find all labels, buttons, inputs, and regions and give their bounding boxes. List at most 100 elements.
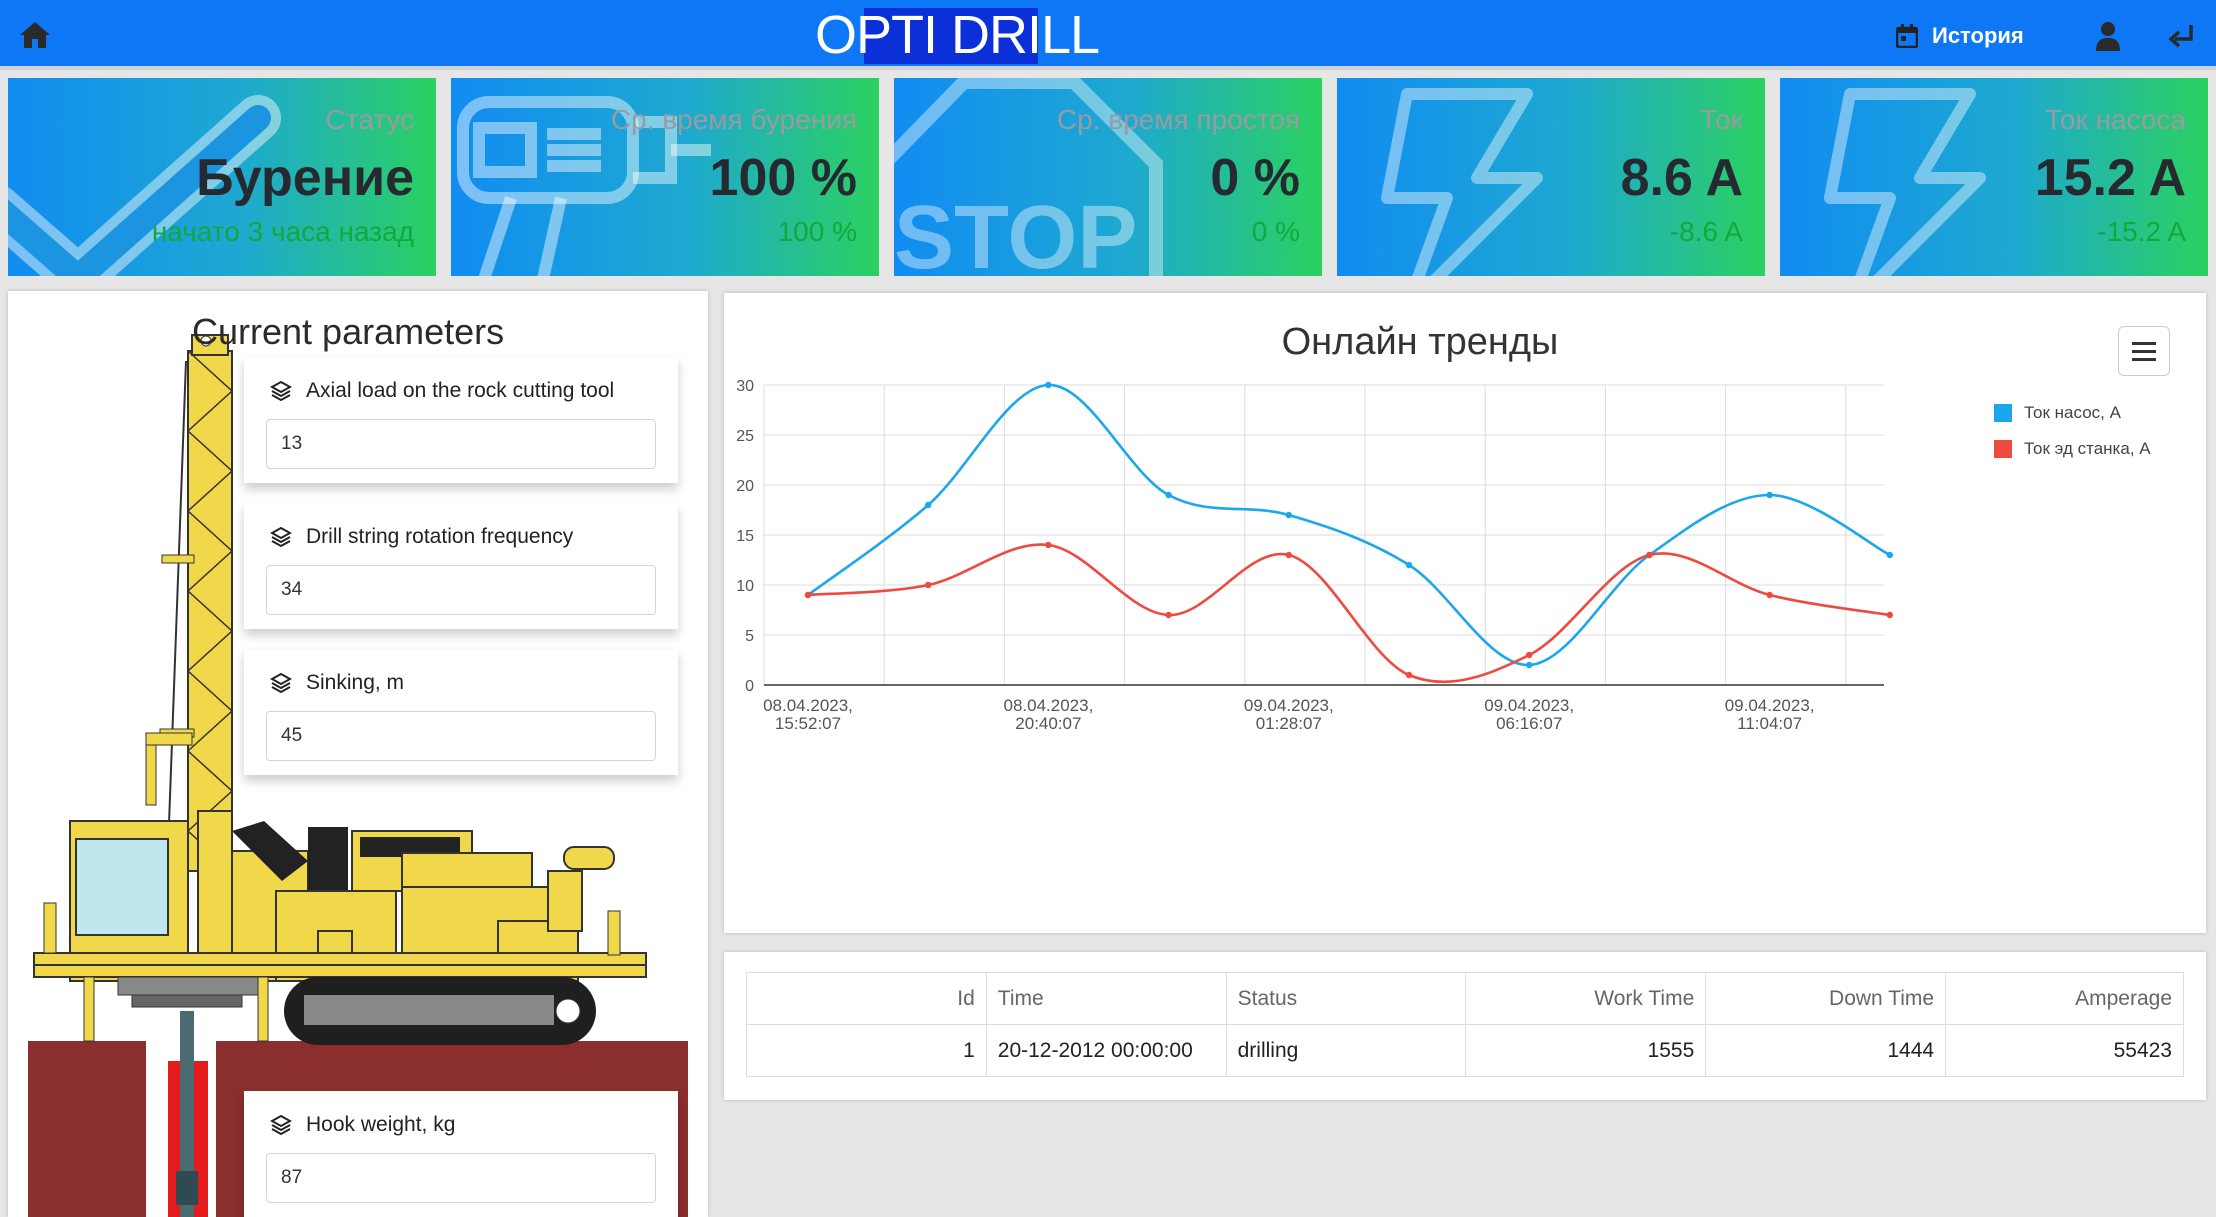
kpi-card-drilling-time: Ср. время бурения 100 % 100 %	[451, 78, 879, 276]
series-point	[925, 581, 932, 589]
kpi-subtitle: 100 %	[777, 216, 857, 247]
x-tick-label: 01:28:07	[1256, 714, 1322, 733]
column-header-time[interactable]: Time	[985, 972, 1227, 1025]
y-tick-label: 0	[745, 678, 754, 695]
chart-legend: Ток насос, А Ток эд станка, А	[1994, 403, 2151, 475]
rotation-frequency-input[interactable]	[266, 565, 656, 615]
x-tick-label: 06:16:07	[1496, 714, 1562, 733]
kpi-subtitle: -8.6 A	[1669, 216, 1743, 247]
legend-item-machine-current[interactable]: Ток эд станка, А	[1994, 439, 2151, 459]
kpi-subtitle: начато 3 часа назад	[151, 216, 414, 247]
param-label: Hook weight, kg	[306, 1113, 456, 1136]
series-point	[1766, 591, 1773, 599]
param-label: Drill string rotation frequency	[306, 525, 574, 548]
svg-text:STOP: STOP	[894, 188, 1137, 276]
column-header-down-time[interactable]: Down Time	[1705, 972, 1947, 1025]
x-tick-label: 15:52:07	[775, 714, 841, 733]
column-header-work-time[interactable]: Work Time	[1465, 972, 1707, 1025]
series-point	[1526, 661, 1533, 669]
series-point	[1285, 511, 1292, 519]
kpi-subtitle: -15.2 A	[2097, 216, 2186, 247]
history-link[interactable]: История	[1896, 18, 2024, 54]
history-label: История	[1932, 23, 2024, 48]
legend-swatch	[1994, 440, 2012, 458]
column-header-status[interactable]: Status	[1225, 972, 1467, 1025]
legend-swatch	[1994, 404, 2012, 422]
sinking-input[interactable]	[266, 711, 656, 761]
kpi-value: 0 %	[1210, 149, 1300, 207]
series-point	[1405, 561, 1413, 569]
top-navigation-bar: OPTI DRILL История	[0, 0, 2216, 70]
series-point	[1886, 611, 1894, 619]
legend-label: Ток насос, А	[2024, 403, 2121, 422]
param-label: Sinking, m	[306, 671, 405, 694]
home-button[interactable]	[14, 14, 56, 56]
layers-icon	[270, 526, 292, 548]
kpi-subtitle: 0 %	[1251, 216, 1300, 247]
layers-icon	[270, 1114, 292, 1136]
y-tick-label: 25	[736, 428, 754, 445]
y-tick-label: 10	[736, 578, 754, 595]
kpi-card-current: Ток 8.6 A -8.6 A	[1337, 78, 1765, 276]
layers-icon	[270, 672, 292, 694]
series-line-1	[807, 543, 1891, 684]
param-header: Hook weight, kg	[270, 1113, 455, 1137]
x-tick-label: 09.04.2023,	[1725, 696, 1815, 715]
column-header-id[interactable]: Id	[746, 972, 987, 1025]
chart-body: 05101520253008.04.2023,15:52:0708.04.202…	[736, 378, 1894, 733]
kpi-title: Статус	[325, 104, 414, 135]
param-card-hook-weight: Hook weight, kg	[244, 1091, 678, 1217]
param-header: Drill string rotation frequency	[270, 525, 573, 549]
y-tick-label: 20	[736, 478, 754, 495]
param-card-sinking: Sinking, m	[244, 649, 678, 775]
series-point	[925, 501, 932, 509]
x-tick-label: 09.04.2023,	[1484, 696, 1574, 715]
series-point	[1646, 551, 1653, 559]
logout-icon	[2168, 25, 2193, 48]
cell-time: 20-12-2012 00:00:00	[985, 1024, 1227, 1077]
x-tick-label: 08.04.2023,	[763, 696, 853, 715]
trend-chart: 05101520253008.04.2023,15:52:0708.04.202…	[736, 378, 1894, 733]
table-header-row: Id Time Status Work Time Down Time Amper…	[746, 972, 2184, 1025]
y-tick-label: 5	[745, 628, 754, 645]
series-point	[804, 591, 812, 599]
legend-label: Ток эд станка, А	[2024, 439, 2151, 458]
x-tick-label: 08.04.2023,	[1003, 696, 1093, 715]
axial-load-input[interactable]	[266, 419, 656, 469]
series-point	[1405, 671, 1413, 679]
series-point	[1526, 651, 1533, 659]
kpi-title: Ток	[1700, 104, 1743, 135]
user-button[interactable]	[2088, 16, 2128, 56]
kpi-card-status: Статус Бурение начато 3 часа назад	[8, 78, 436, 276]
user-icon	[2096, 22, 2120, 51]
series-point	[1285, 551, 1292, 559]
series-point	[1886, 551, 1894, 559]
cell-amperage: 55423	[1945, 1024, 2184, 1077]
series-point	[1766, 491, 1773, 499]
panel-title: Current parameters	[192, 311, 505, 352]
param-label: Axial load on the rock cutting tool	[306, 379, 615, 402]
x-tick-label: 11:04:07	[1737, 714, 1802, 733]
kpi-title: Ср. время простоя	[1056, 104, 1300, 135]
y-tick-label: 15	[736, 528, 754, 545]
param-header: Axial load on the rock cutting tool	[270, 379, 614, 403]
table-row[interactable]: 1 20-12-2012 00:00:00 drilling 1555 1444…	[746, 1024, 2184, 1077]
online-trends-panel: Онлайн тренды 0 5 10 15 20 25 30 08.04.2023, 15:…	[724, 293, 2206, 933]
hook-weight-input[interactable]	[266, 1153, 656, 1203]
cell-down-time: 1444	[1705, 1024, 1947, 1077]
logout-button[interactable]	[2160, 16, 2202, 56]
series-point	[1165, 491, 1172, 499]
column-header-amperage[interactable]: Amperage	[1945, 972, 2184, 1025]
cell-id: 1	[746, 1024, 987, 1077]
records-table: Id Time Status Work Time Down Time Amper…	[746, 972, 2184, 1077]
kpi-value: 8.6 A	[1620, 149, 1743, 207]
calendar-icon	[1896, 24, 1918, 48]
current-parameters-panel: Current parameters Axial load on the roc…	[8, 291, 708, 1217]
cell-status: drilling	[1225, 1024, 1467, 1077]
param-card-axial-load: Axial load on the rock cutting tool	[244, 357, 678, 483]
layers-icon	[270, 380, 292, 402]
legend-item-pump-current[interactable]: Ток насос, А	[1994, 403, 2151, 423]
cell-work-time: 1555	[1465, 1024, 1707, 1077]
kpi-title: Ток насоса	[2044, 104, 2186, 135]
kpi-card-idle-time: STOP Ср. время простоя 0 % 0 %	[894, 78, 1322, 276]
